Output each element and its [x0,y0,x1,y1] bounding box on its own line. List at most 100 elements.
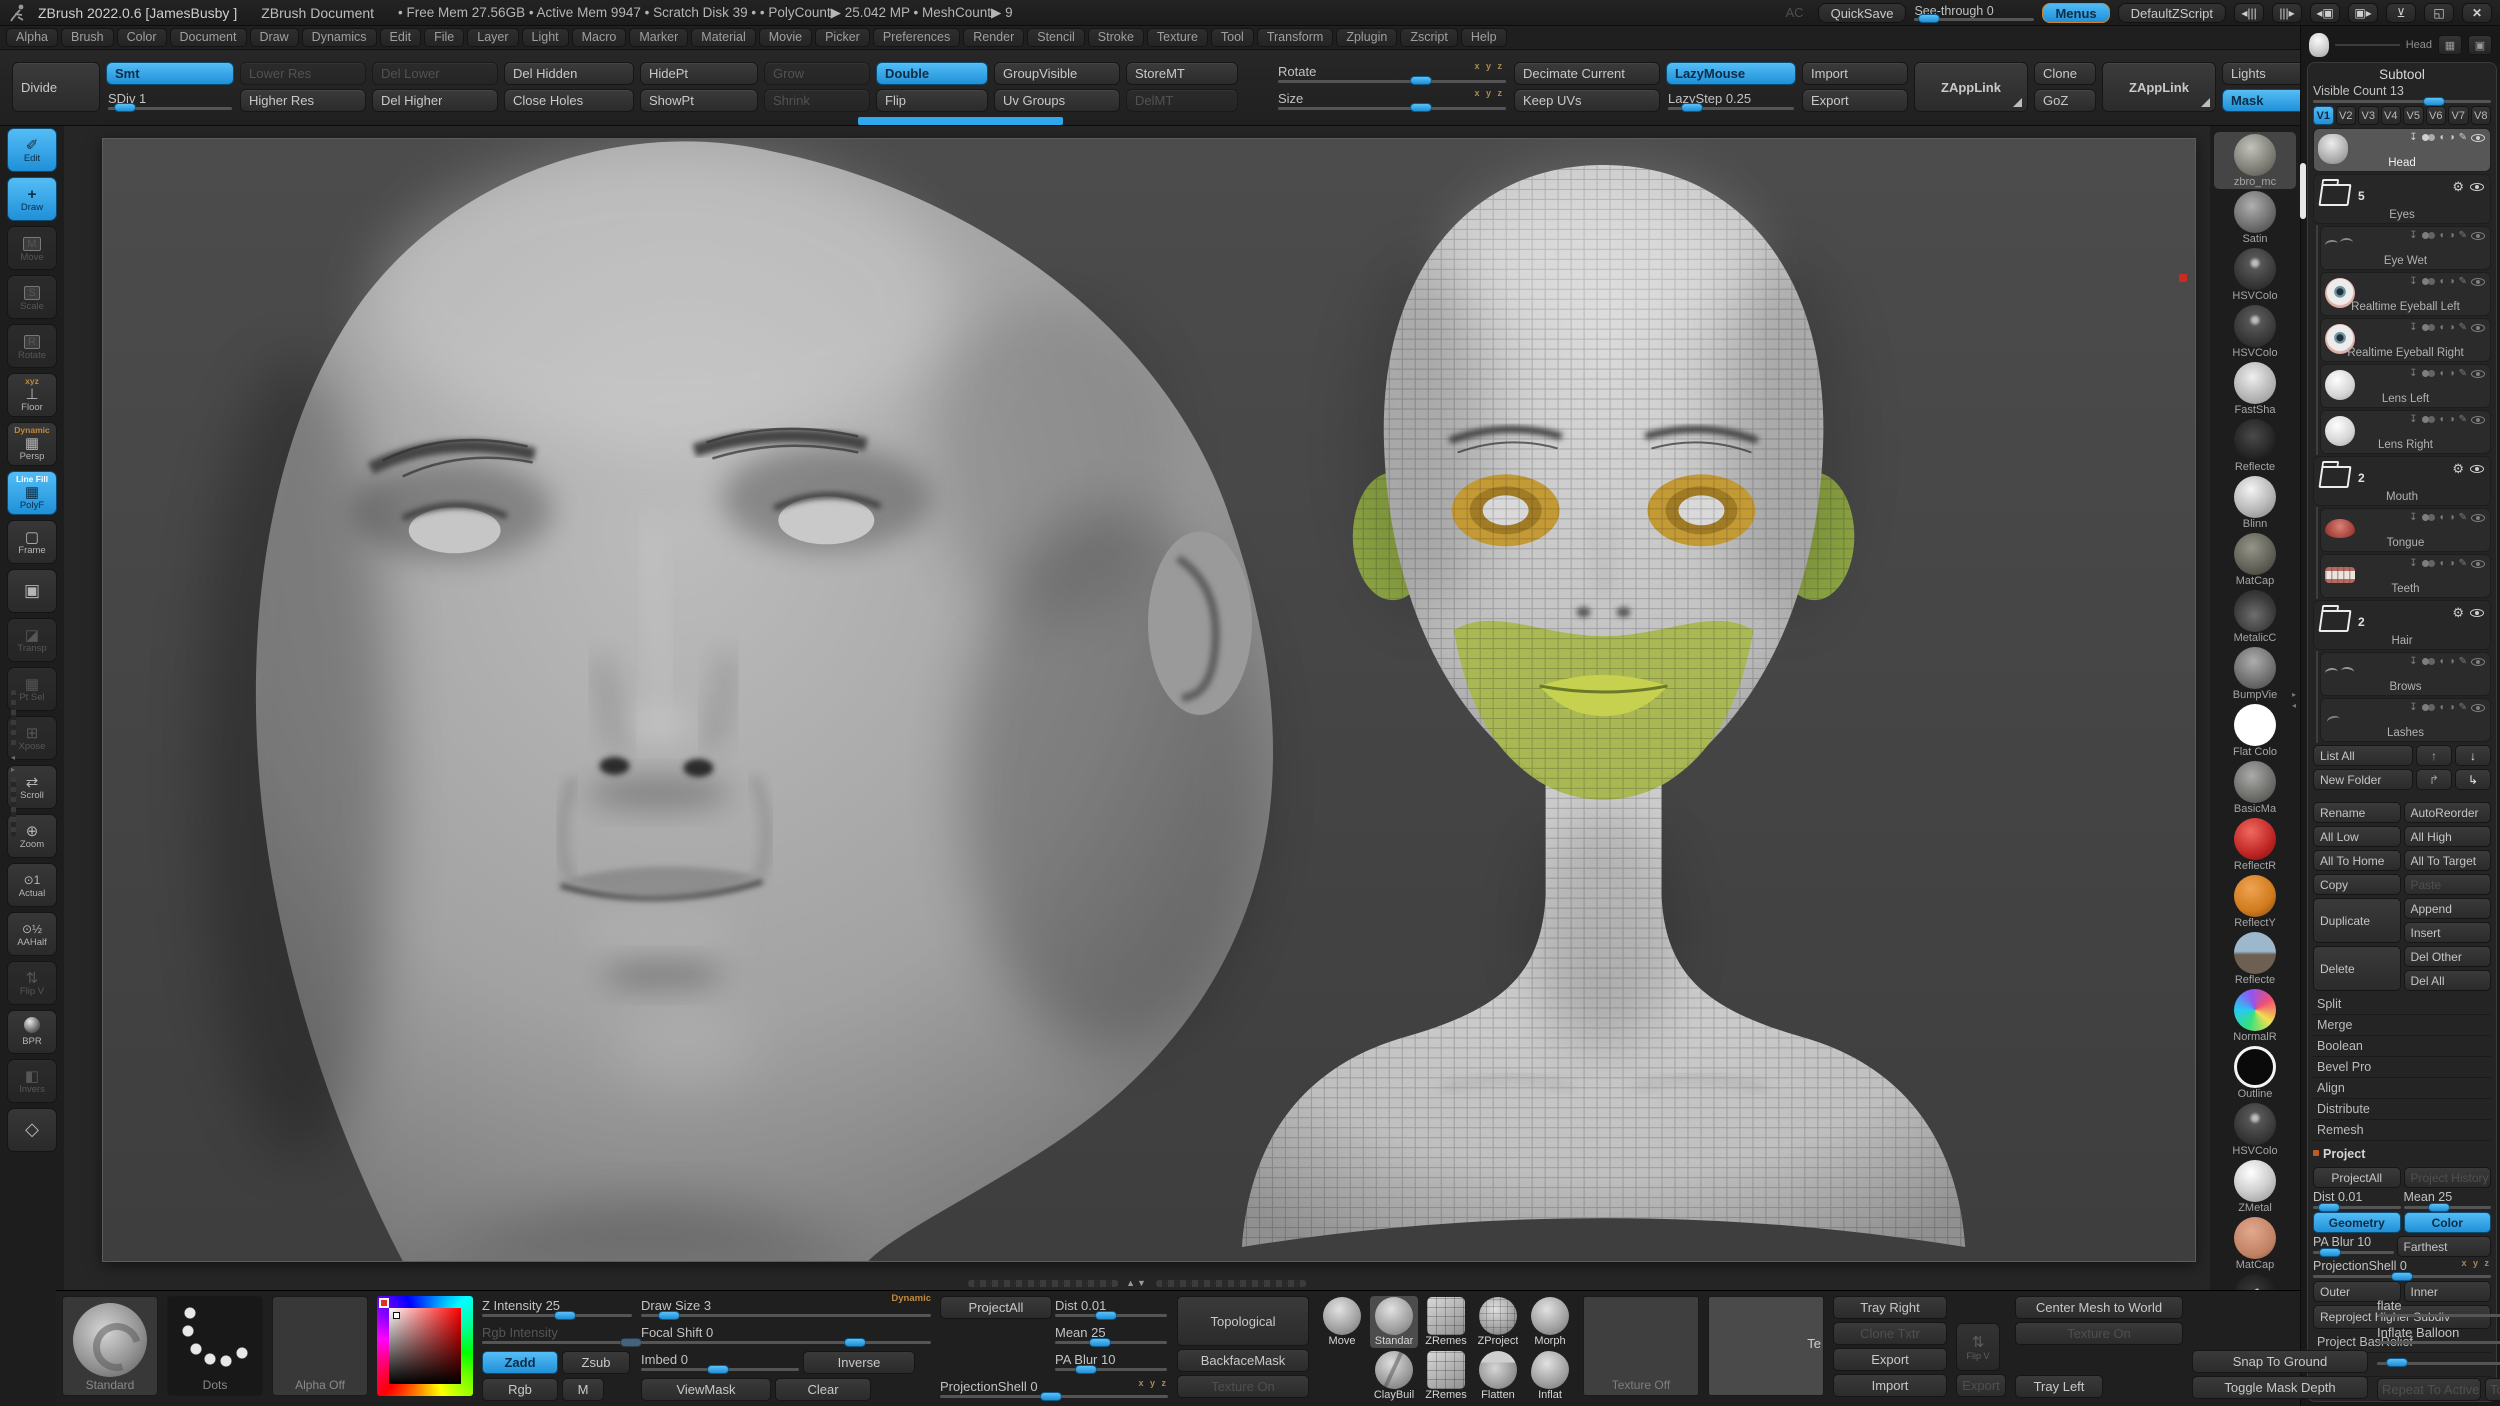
toolbar-button[interactable]: Draw [7,177,57,221]
quick-brush[interactable]: ZRemes [1422,1350,1470,1402]
imbed-slider[interactable]: Imbed 0 [641,1350,799,1374]
uv-icon[interactable] [2439,414,2445,425]
texture-preview-thumbnail[interactable]: Te [1708,1296,1824,1396]
toolbar-button[interactable]: Move [7,226,57,270]
toggle-mask-depth-dim-button[interactable]: Toggle Mask Depth [2485,1378,2500,1401]
subtool-item[interactable]: Realtime Eyeball Right [2320,318,2491,362]
visibility-eye-icon[interactable] [2471,369,2485,379]
paint-icon[interactable] [2459,656,2467,667]
toolbar-button[interactable]: Actual [7,863,57,907]
material-item[interactable]: Blinn [2214,474,2296,531]
del-all-button[interactable]: Del All [2404,970,2492,991]
delete-button[interactable]: Delete [2313,946,2401,991]
texture-off-thumbnail[interactable]: Texture Off [1583,1296,1699,1396]
view-tab[interactable]: V8 [2471,106,2492,125]
topological-button[interactable]: Topological [1177,1296,1309,1346]
move-up-icon[interactable]: ↑ [2416,745,2452,766]
paint-icon[interactable] [2459,322,2467,333]
focal-shift-slider[interactable]: Focal Shift 0 [641,1323,931,1347]
toolbar-button[interactable]: Scale [7,275,57,319]
paint-icon[interactable] [2459,414,2467,425]
brush-selector-thumbnail[interactable]: Standard [62,1296,158,1396]
toolbar-button[interactable]: xyz Floor [7,373,57,417]
paste-button[interactable]: Paste [2404,874,2492,895]
toolbar-button[interactable]: Dynamic Persp [7,422,57,466]
menu-item[interactable]: Draw [250,28,299,47]
unlabeled-xyz-slider[interactable]: x y z [2377,1350,2500,1374]
rgb-button[interactable]: Rgb [482,1378,558,1401]
palette-dock-left-icon[interactable]: ◂▣ [2310,3,2340,23]
polypaint-icon[interactable] [2422,232,2435,239]
view-tab[interactable]: V3 [2358,106,2379,125]
material-item[interactable]: HSVColo [2214,246,2296,303]
uv-icon[interactable] [2439,368,2445,379]
z-intensity-slider[interactable]: Z Intensity 25 [482,1296,632,1320]
duplicate-button[interactable]: Duplicate [2313,898,2401,943]
displacement-icon[interactable] [2449,558,2455,569]
material-item[interactable]: Reflecte [2214,930,2296,987]
saturation-value-square[interactable] [389,1308,461,1384]
toolbar-button[interactable]: Line Fill PolyF [7,471,57,515]
toolbar-button[interactable]: Rotate [7,324,57,368]
menu-item[interactable]: Edit [380,28,422,47]
polypaint-icon[interactable] [2422,416,2435,423]
subtool-item[interactable]: Brows [2320,652,2491,696]
subtool-section-row[interactable]: Bevel Pro [2313,1057,2491,1078]
viewmask-button[interactable]: ViewMask [641,1378,771,1401]
texture-on-button[interactable]: Texture On [1177,1375,1309,1398]
shelf-control[interactable]: x y z ZAppLink [2102,62,2216,112]
shelf-control[interactable]: x y z Flip [876,89,988,112]
material-item[interactable]: ZMetal [2214,1158,2296,1215]
farthest-button[interactable]: Farthest [2397,1236,2492,1257]
draw-size-slider[interactable]: DynamicDraw Size 3 [641,1296,931,1320]
toolbar-button[interactable]: Edit [7,128,57,172]
all-to-target-button[interactable]: All To Target [2404,850,2492,871]
quick-brush[interactable]: ClayBuil [1370,1350,1418,1402]
menu-item[interactable]: Transform [1257,28,1334,47]
material-item[interactable]: HSVColo [2214,303,2296,360]
collapse-right-divider-icon[interactable]: |||▸ [2272,3,2302,23]
projectall-button[interactable]: ProjectAll [940,1296,1052,1319]
flip-v-button[interactable]: ⇅Flip V [1956,1323,2000,1371]
view-tab[interactable]: V1 [2313,106,2334,125]
uv-icon[interactable] [2439,512,2445,523]
toolbar-button[interactable]: Frame [7,520,57,564]
all-high-button[interactable]: All High [2404,826,2492,847]
quick-brush[interactable]: Standar [1370,1296,1418,1348]
material-item[interactable]: HSVColo [2214,1101,2296,1158]
shelf-control[interactable]: x y z LazyStep 0.25 [1666,89,1796,112]
uv-icon[interactable] [2439,132,2445,143]
displacement-icon[interactable] [2449,132,2455,143]
polypaint-icon[interactable] [2422,514,2435,521]
unfold-arrow-icon[interactable] [2409,512,2417,523]
append-button[interactable]: Append [2404,898,2492,919]
uv-icon[interactable] [2439,276,2445,287]
shelf-control[interactable]: x y z Decimate Current [1514,62,1660,85]
visibility-eye-icon[interactable] [2471,415,2485,425]
toolbar-button[interactable]: Flip V [7,961,57,1005]
insert-button[interactable]: Insert [2404,922,2492,943]
current-tool-thumbnail[interactable] [2309,33,2329,57]
subtool-section-row[interactable]: Split [2313,994,2491,1015]
material-item[interactable]: NormalR [2214,987,2296,1044]
material-item[interactable]: ReflectR [2214,816,2296,873]
quick-brush[interactable]: ZRemes [1422,1296,1470,1348]
left-tray-divider[interactable]: ◂▸ [8,690,18,837]
backfacemask-button[interactable]: BackfaceMask [1177,1349,1309,1372]
m-button[interactable]: M [562,1378,604,1401]
view-tab[interactable]: V7 [2448,106,2469,125]
visibility-eye-icon[interactable] [2471,323,2485,333]
displacement-icon[interactable] [2449,322,2455,333]
menu-item[interactable]: Tool [1211,28,1254,47]
paint-icon[interactable] [2459,230,2467,241]
displacement-icon[interactable] [2449,656,2455,667]
gear-icon[interactable] [2452,178,2464,196]
mean-slider[interactable]: Mean 25 [1055,1323,1167,1347]
menu-item[interactable]: Light [522,28,569,47]
grid-icon[interactable]: ▦ [2438,35,2462,55]
subtool-item[interactable]: 5 Eyes [2313,174,2491,224]
unfold-arrow-icon[interactable] [2409,132,2417,143]
shelf-control[interactable]: x y z Shrink [764,89,870,112]
texture-on-dim-button[interactable]: Texture On [2015,1322,2183,1345]
toolbar-button[interactable]: Transp [7,618,57,662]
